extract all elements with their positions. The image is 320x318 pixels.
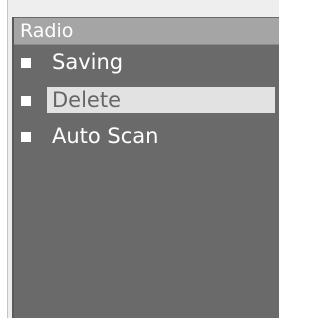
menu-title-bar: Radio xyxy=(14,18,279,45)
bullet-square-icon xyxy=(21,96,31,106)
bullet-square-icon xyxy=(21,58,31,68)
menu-item-label: Saving xyxy=(52,50,124,74)
menu-item-label: Auto Scan xyxy=(52,124,159,148)
menu-title: Radio xyxy=(20,20,74,42)
menu-item-saving[interactable]: Saving xyxy=(14,48,279,76)
menu-item-auto-scan[interactable]: Auto Scan xyxy=(14,122,279,150)
menu-item-label: Delete xyxy=(52,88,121,112)
bullet-square-icon xyxy=(21,132,31,142)
menu-item-delete[interactable]: Delete xyxy=(14,86,279,114)
radio-menu-screen: Radio Saving Delete Auto Scan xyxy=(12,17,279,318)
